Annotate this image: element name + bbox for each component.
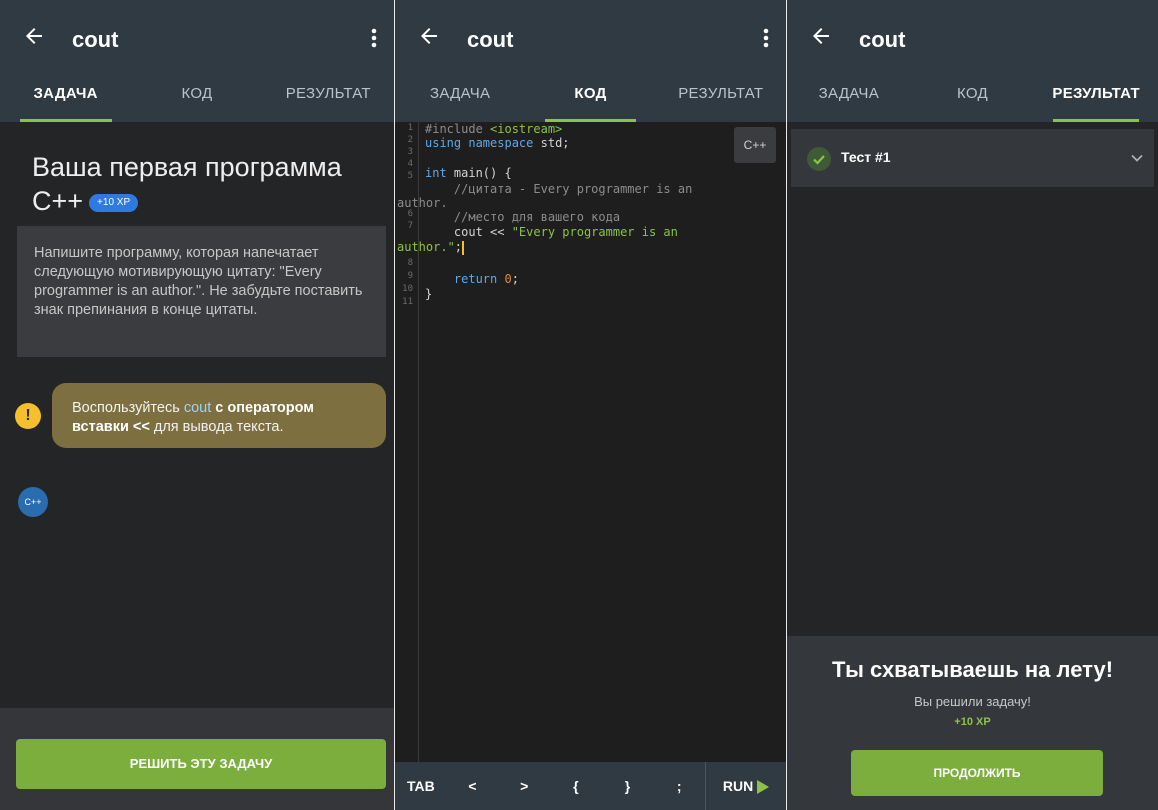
symbol-keybar: TAB < > { } ; RUN xyxy=(395,762,786,810)
code-token: int xyxy=(425,166,447,180)
code-line: cout << "Every programmer is an xyxy=(425,225,678,239)
line-number: 7 xyxy=(407,221,413,231)
code-line-wrap: author. xyxy=(397,196,448,210)
tab-bar: ЗАДАЧА КОД РЕЗУЛЬТАТ xyxy=(0,75,394,122)
line-number: 10 xyxy=(402,284,413,294)
code-token: 0 xyxy=(504,272,512,286)
code-token: using xyxy=(425,136,469,150)
tab-result[interactable]: РЕЗУЛЬТАТ xyxy=(263,75,394,122)
code-token: main() { xyxy=(446,166,512,180)
line-number: 4 xyxy=(407,159,413,169)
run-label: RUN xyxy=(722,778,754,794)
tab-code[interactable]: КОД xyxy=(911,75,1035,122)
cpp-avatar: C++ xyxy=(18,487,48,517)
tab-code[interactable]: КОД xyxy=(131,75,262,122)
check-icon xyxy=(807,147,831,171)
play-icon xyxy=(757,780,770,795)
tab-code[interactable]: КОД xyxy=(525,75,655,122)
hint-code: cout xyxy=(183,400,212,416)
key-greater-than[interactable]: > xyxy=(498,778,550,794)
back-arrow-icon[interactable] xyxy=(809,24,833,48)
code-token: ; xyxy=(511,272,519,286)
code-line: #include <iostream> xyxy=(425,122,562,136)
test-label: Тест #1 xyxy=(841,149,891,165)
success-subtitle: Вы решили задачу! xyxy=(914,694,1031,709)
tab-task[interactable]: ЗАДАЧА xyxy=(395,75,525,122)
code-token: author." xyxy=(397,240,455,254)
line-number: 11 xyxy=(402,297,413,307)
tab-bar: ЗАДАЧА КОД РЕЗУЛЬТАТ xyxy=(787,75,1158,122)
text-cursor xyxy=(462,240,465,255)
tab-task[interactable]: ЗАДАЧА xyxy=(0,75,131,122)
hint-text: Воспользуйтесь xyxy=(72,400,184,416)
run-button[interactable]: RUN xyxy=(705,762,786,810)
app-bar: cout ЗАДАЧА КОД РЕЗУЛЬТАТ xyxy=(395,0,786,122)
tab-task[interactable]: ЗАДАЧА xyxy=(787,75,911,122)
line-number: 2 xyxy=(407,135,413,145)
key-less-than[interactable]: < xyxy=(447,778,499,794)
line-number: 6 xyxy=(407,209,413,219)
code-line: } xyxy=(425,287,433,301)
key-semicolon[interactable]: ; xyxy=(653,778,705,794)
code-line: int main() { xyxy=(425,166,512,180)
language-button[interactable]: C++ xyxy=(734,127,776,163)
tab-result[interactable]: РЕЗУЛЬТАТ xyxy=(656,75,786,122)
key-tab[interactable]: TAB xyxy=(395,778,447,794)
code-token: ; xyxy=(454,240,463,254)
app-bar: cout ЗАДАЧА КОД РЕЗУЛЬТАТ xyxy=(787,0,1158,122)
code-token: namespace xyxy=(468,136,534,150)
back-arrow-icon[interactable] xyxy=(22,24,46,48)
code-token: #include xyxy=(425,122,491,136)
line-number: 1 xyxy=(407,123,413,133)
more-vert-icon[interactable] xyxy=(760,26,772,50)
warning-icon: ! xyxy=(15,403,41,429)
line-gutter: 1 2 3 4 5 6 7 8 9 10 11 xyxy=(395,122,419,762)
task-screen: cout ЗАДАЧА КОД РЕЗУЛЬТАТ Ваша первая пр… xyxy=(0,0,394,810)
xp-reward: +10 XP xyxy=(954,716,991,728)
key-close-brace[interactable]: } xyxy=(602,778,654,794)
code-line-wrap: author."; xyxy=(397,240,465,255)
line-number: 5 xyxy=(407,171,413,181)
task-description: Напишите программу, которая напечатает с… xyxy=(17,226,386,357)
chevron-down-icon[interactable] xyxy=(1130,151,1144,165)
test-result-row[interactable]: Тест #1 xyxy=(791,129,1154,187)
hint-text-end: для вывода текста. xyxy=(149,419,284,435)
code-token: return xyxy=(425,272,505,286)
result-screen: cout ЗАДАЧА КОД РЕЗУЛЬТАТ Тест #1 Ты схв… xyxy=(787,0,1158,810)
code-token: <iostream> xyxy=(490,122,563,136)
tab-result[interactable]: РЕЗУЛЬТАТ xyxy=(1034,75,1158,122)
code-token: std; xyxy=(533,136,570,150)
line-number: 8 xyxy=(407,258,413,268)
more-vert-icon[interactable] xyxy=(368,26,380,50)
page-title: cout xyxy=(859,27,906,52)
task-title: Ваша первая программа C++ +10 XP xyxy=(32,150,372,218)
code-editor[interactable]: 1 2 3 4 5 6 7 8 9 10 11 #include <iostre… xyxy=(395,122,786,762)
code-screen: cout ЗАДАЧА КОД РЕЗУЛЬТАТ 1 2 3 4 5 6 7 … xyxy=(395,0,786,810)
line-number: 3 xyxy=(407,147,413,157)
xp-badge: +10 XP xyxy=(89,193,139,212)
code-line: //место для вашего кода xyxy=(425,210,621,224)
page-title: cout xyxy=(467,27,514,52)
back-arrow-icon[interactable] xyxy=(417,24,441,48)
solve-task-button[interactable]: РЕШИТЬ ЭТУ ЗАДАЧУ xyxy=(16,739,386,789)
page-title: cout xyxy=(72,27,119,52)
continue-button[interactable]: ПРОДОЛЖИТЬ xyxy=(851,750,1103,796)
tab-bar: ЗАДАЧА КОД РЕЗУЛЬТАТ xyxy=(395,75,786,122)
code-line: using namespace std; xyxy=(425,136,570,150)
line-number: 9 xyxy=(407,271,413,281)
hint-bubble: Воспользуйтесь cout с оператором вставки… xyxy=(52,383,386,448)
code-line: return 0; xyxy=(425,272,519,286)
app-bar: cout ЗАДАЧА КОД РЕЗУЛЬТАТ xyxy=(0,0,394,122)
task-title-text: Ваша первая программа C++ xyxy=(32,152,342,216)
code-line: //цитата - Every programmer is an xyxy=(425,182,693,196)
success-title: Ты схватываешь на лету! xyxy=(831,657,1114,682)
code-token: "Every programmer is an xyxy=(511,225,678,239)
code-token: cout << xyxy=(425,225,512,239)
key-open-brace[interactable]: { xyxy=(550,778,602,794)
